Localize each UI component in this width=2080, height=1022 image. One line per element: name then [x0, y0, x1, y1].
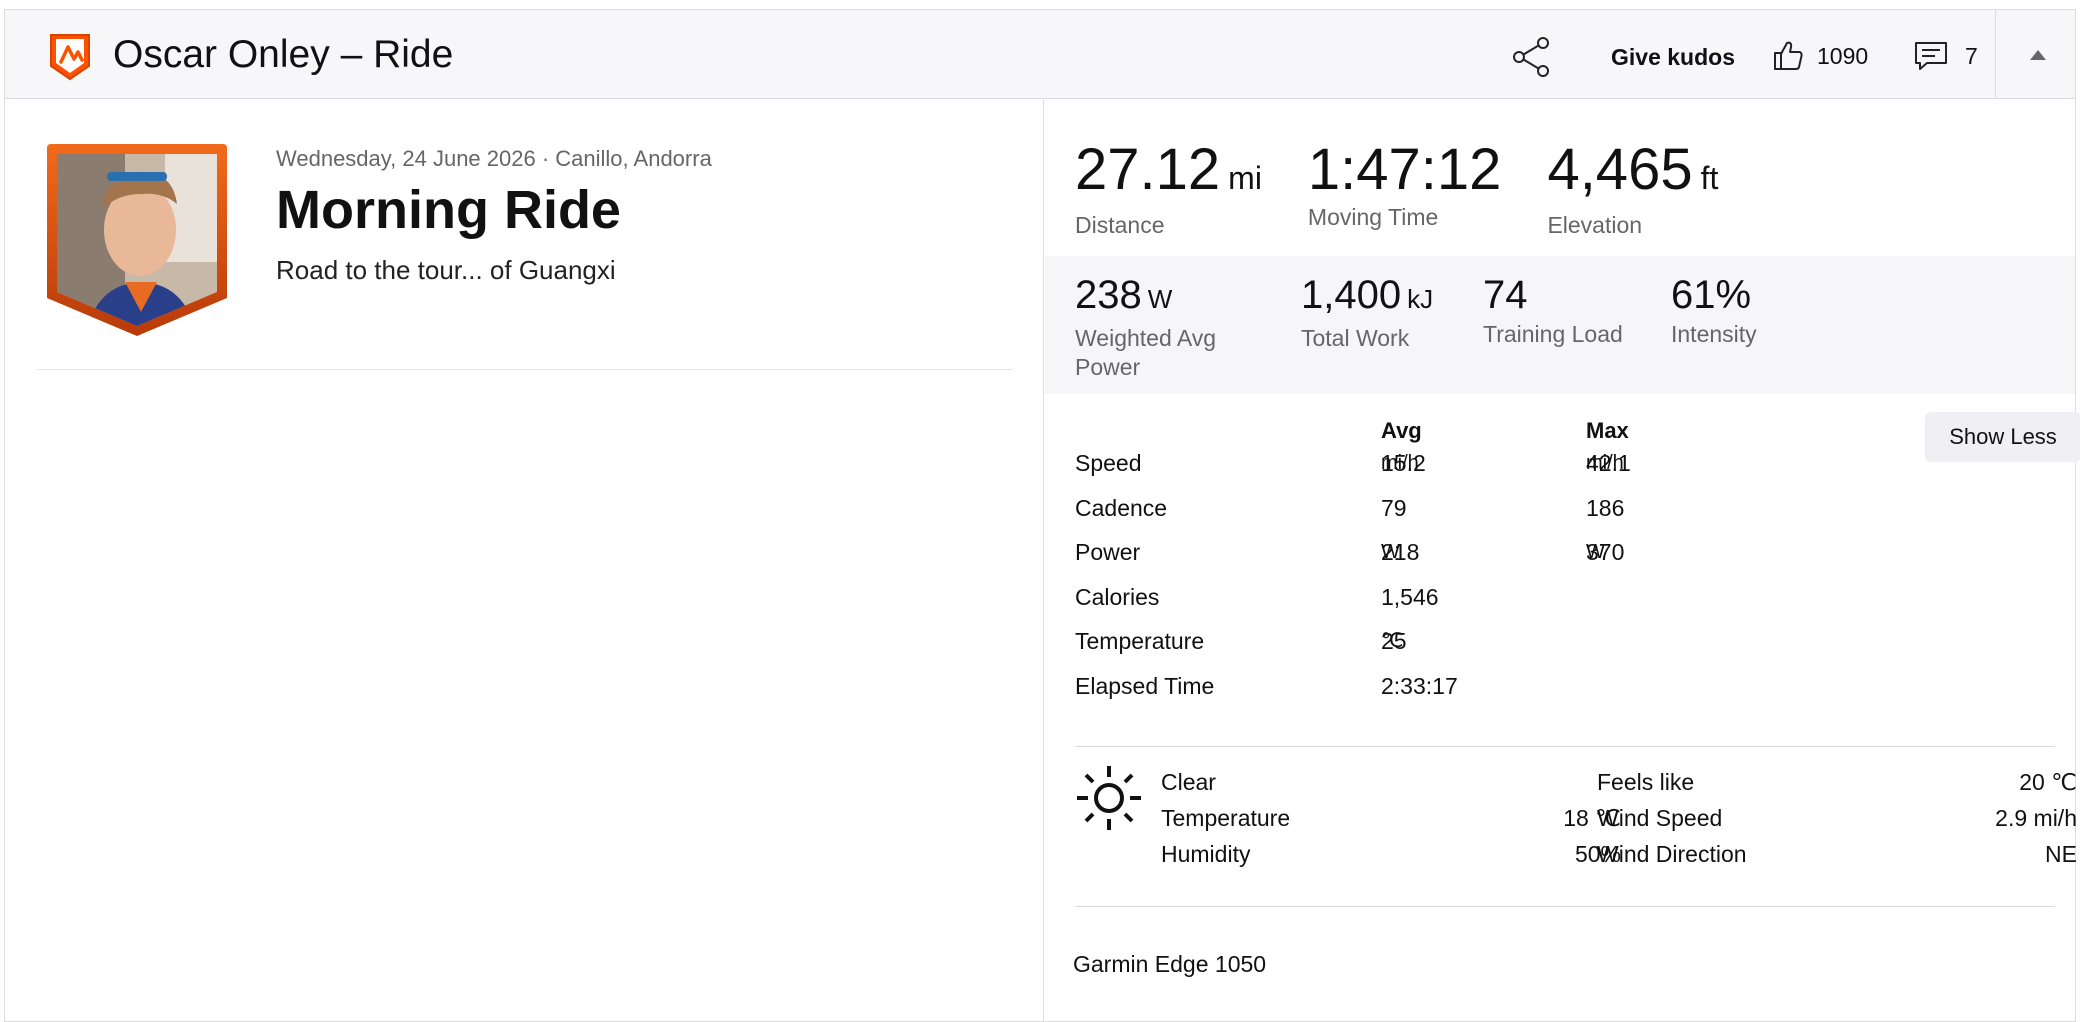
stat-moving-time: 1:47:12 Moving Time — [1308, 140, 1502, 239]
row-label: Calories — [1075, 584, 1160, 610]
stat-unit: mi — [1228, 160, 1262, 196]
avg-unit: ℃ — [1381, 630, 1404, 652]
activity-date-location: Wednesday, 24 June 2026 · Canillo, Andor… — [276, 146, 712, 171]
max-unit: mi/h — [1586, 452, 1624, 474]
comment-icon — [1915, 42, 1947, 70]
weather-feels-like-label: Feels like — [1597, 769, 1695, 795]
table-row: Elapsed Time 2:33:17 — [1075, 671, 1975, 701]
thumbs-up-icon — [1774, 41, 1803, 70]
weather-section: Clear Temperature 18 ℃ Humidity 50% Feel… — [1075, 764, 2077, 884]
avg-column-header: Avg — [1381, 418, 1422, 443]
secondary-stats: 238 W Weighted Avg Power 1,400 kJ Total Wo… — [1045, 256, 2075, 394]
stat-value: 27.12 — [1075, 137, 1221, 202]
row-label: Power — [1075, 539, 1141, 565]
comments-count: 7 — [1965, 42, 1978, 69]
sun-icon — [1077, 766, 1141, 830]
kudos-count-button[interactable]: 1090 — [1771, 36, 1868, 76]
weather-wind-speed-value: 2.9 mi/h — [1995, 805, 2077, 831]
stat-label: Intensity — [1671, 321, 1757, 347]
row-label: Cadence — [1075, 495, 1168, 521]
stat-elevation: 4,465 ft Elevation — [1547, 140, 1718, 239]
activity-header-title: Oscar Onley – Ride — [113, 33, 454, 76]
stat-label: Moving Time — [1307, 204, 1439, 230]
stat-unit: kJ — [1407, 284, 1434, 314]
table-row: Calories 1,546 — [1075, 582, 1975, 612]
stat-weighted-avg-power: 238 W Weighted Avg Power — [1075, 272, 1245, 382]
stat-label: Training Load — [1483, 321, 1623, 347]
weather-wind-direction-value: NE — [2045, 841, 2077, 867]
activity-title: Morning Ride — [276, 180, 621, 240]
avg-unit: W — [1381, 541, 1400, 563]
weather-wind-speed-label: Wind Speed — [1597, 805, 1723, 831]
stat-label: Elevation — [1547, 212, 1643, 238]
share-icon[interactable] — [1509, 34, 1555, 80]
table-row: Cadence 79 186 — [1075, 493, 1975, 523]
weather-humidity-label: Humidity — [1161, 841, 1251, 867]
table-row: Speed 15.2 mi/h 42.1 mi/h — [1075, 448, 1975, 478]
stat-label: Weighted Avg Power — [1075, 325, 1217, 380]
strava-ride-badge-icon — [50, 34, 90, 81]
athlete-avatar[interactable] — [45, 142, 229, 338]
divider — [1075, 746, 2055, 747]
comments-button[interactable]: 7 — [1913, 36, 1978, 76]
table-row: Power 218 W 370 W — [1075, 537, 1975, 567]
activity-description: Road to the tour... of Guangxi — [276, 255, 616, 285]
divider — [37, 369, 1013, 370]
stat-value: 1,400 — [1301, 273, 1402, 317]
max-unit: W — [1586, 541, 1605, 563]
activity-header: Oscar Onley – Ride Give kudos 1090 7 — [5, 10, 2075, 99]
max-column-header: Max — [1586, 418, 1629, 443]
max-value: 186 — [1586, 495, 1625, 521]
divider — [1075, 906, 2055, 907]
stat-total-work: 1,400 kJ Total Work — [1301, 272, 1433, 353]
avg-value: 2:33:17 — [1381, 673, 1458, 699]
give-kudos-button[interactable]: Give kudos — [1611, 40, 1735, 74]
row-label: Elapsed Time — [1075, 673, 1215, 699]
weather-wind-direction-label: Wind Direction — [1597, 841, 1747, 867]
table-row: Temperature 25 ℃ — [1075, 626, 1975, 656]
stat-training-load: 74 Training Load — [1483, 272, 1623, 349]
activity-card: Oscar Onley – Ride Give kudos 1090 7 Wed… — [4, 9, 2080, 1022]
stat-value: 74 — [1483, 273, 1528, 317]
weather-feels-like-value: 20 ℃ — [2019, 769, 2077, 795]
avg-value: 1,546 — [1381, 584, 1439, 610]
device-name: Garmin Edge 1050 — [1073, 951, 1267, 977]
stat-unit: ft — [1700, 160, 1719, 196]
stat-label: Total Work — [1301, 325, 1410, 351]
activity-summary-panel: Wednesday, 24 June 2026 · Canillo, Andor… — [5, 100, 1044, 1022]
stat-value: 1:47:12 — [1307, 137, 1502, 202]
stat-intensity: 61% Intensity — [1671, 272, 1757, 349]
stat-unit: W — [1147, 284, 1173, 314]
activity-stats-panel: 27.12 mi Distance 1:47:12 Moving Time 4,4… — [1045, 100, 2080, 1022]
collapse-toggle-button[interactable] — [1995, 10, 2075, 99]
stat-value: 4,465 — [1547, 137, 1693, 202]
stat-value: 61% — [1671, 273, 1752, 317]
row-label: Temperature — [1075, 628, 1205, 654]
kudos-count: 1090 — [1817, 42, 1869, 69]
primary-stats: 27.12 mi Distance 1:47:12 Moving Time 4,4… — [1075, 140, 1764, 239]
row-label: Speed — [1075, 450, 1142, 476]
avg-value: 79 — [1381, 495, 1407, 521]
stat-value: 238 — [1075, 273, 1142, 317]
stat-distance: 27.12 mi Distance — [1075, 140, 1262, 239]
stat-label: Distance — [1075, 212, 1165, 238]
avg-unit: mi/h — [1381, 452, 1419, 474]
weather-condition: Clear — [1161, 769, 1216, 795]
weather-temperature-label: Temperature — [1161, 805, 1291, 831]
